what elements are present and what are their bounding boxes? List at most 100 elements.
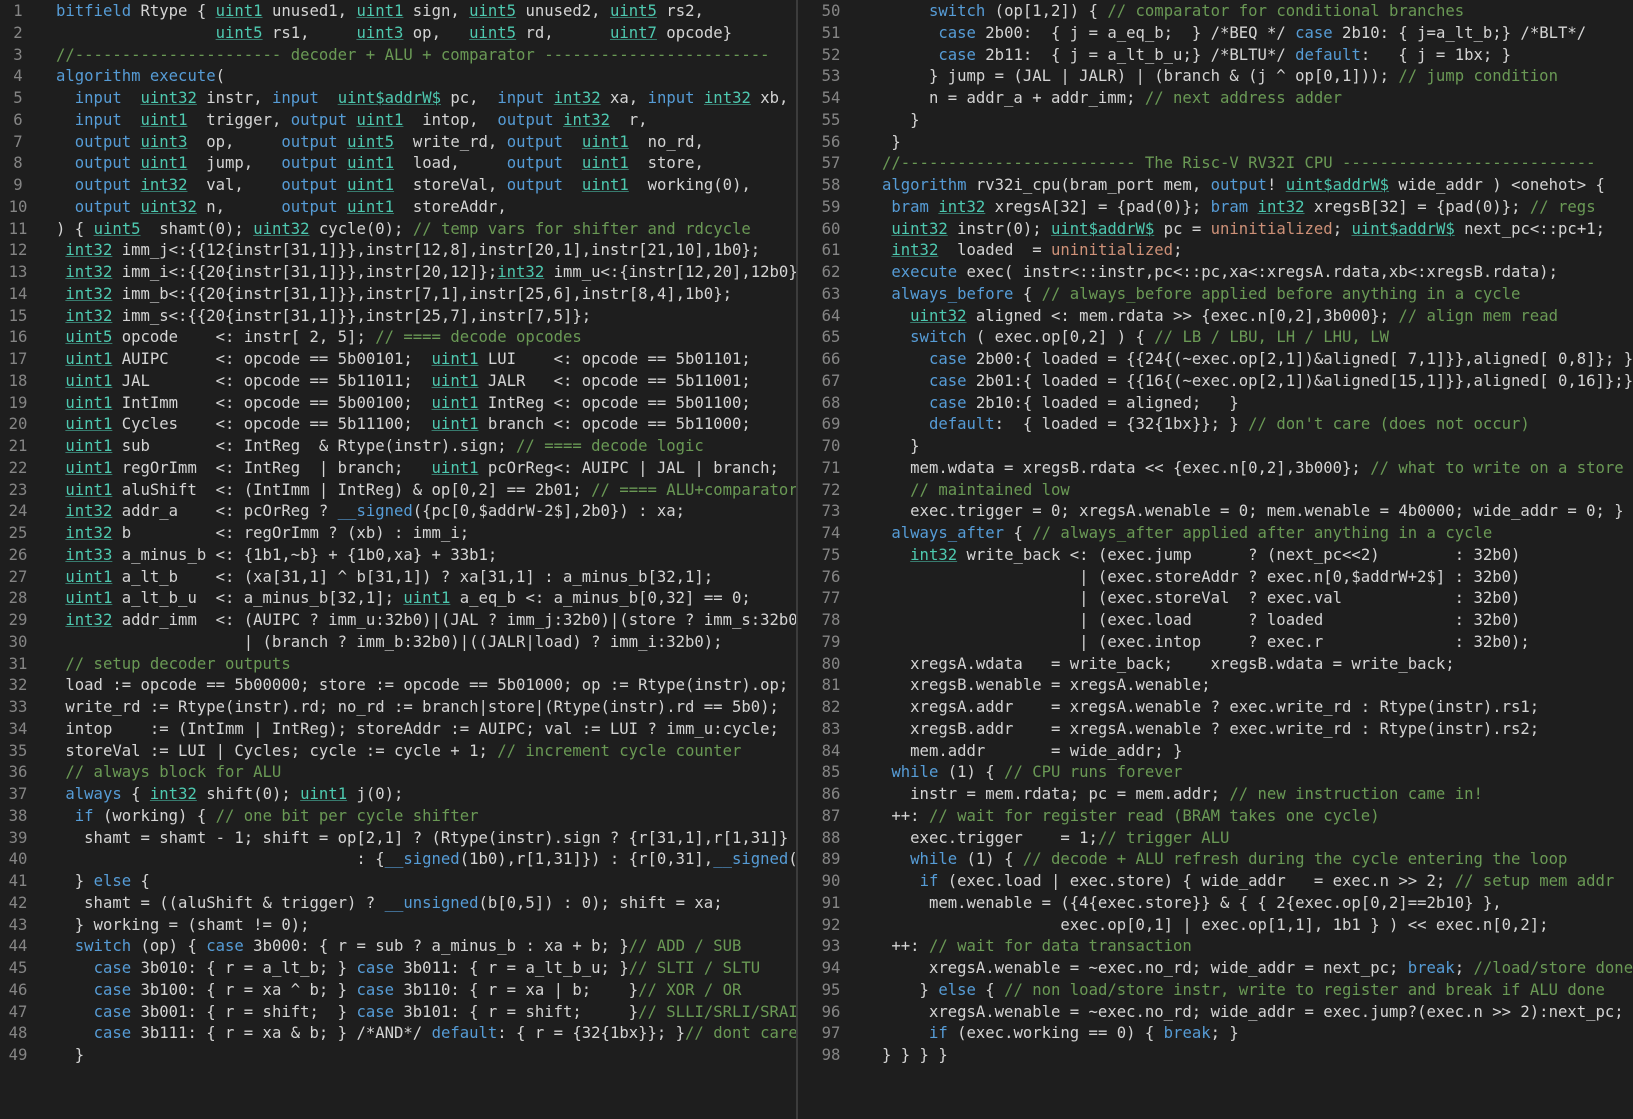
code-line[interactable]: 91 mem.wenable = ({4{exec.store}} & { { …: [798, 892, 1633, 915]
code-editor[interactable]: 1 bitfield Rtype { uint1 unused1, uint1 s…: [0, 0, 1633, 1119]
code-line[interactable]: 74 always_after { // always_after applie…: [798, 522, 1633, 545]
code-line[interactable]: 28 uint1 a_lt_b_u <: a_minus_b[32,1]; ui…: [0, 587, 796, 610]
code-line[interactable]: 59 bram int32 xregsA[32] = {pad(0)}; bra…: [798, 196, 1633, 219]
line-text[interactable]: | (exec.storeAddr ? exec.n[0,$addrW+2$] …: [882, 566, 1520, 589]
line-text[interactable]: case 2b11: { j = a_lt_b_u;} /*BLTU*/ def…: [882, 44, 1511, 67]
line-text[interactable]: load := opcode == 5b00000; store := opco…: [56, 674, 788, 697]
line-text[interactable]: case 2b10:{ loaded = aligned; }: [882, 392, 1239, 415]
code-line[interactable]: 53 } jump = (JAL | JALR) | (branch & (j …: [798, 65, 1633, 88]
line-text[interactable]: int32 addr_imm <: (AUIPC ? imm_u:32b0)|(…: [56, 609, 796, 632]
line-text[interactable]: }: [56, 1044, 84, 1067]
code-line[interactable]: 27 uint1 a_lt_b <: (xa[31,1] ^ b[31,1]) …: [0, 566, 796, 589]
line-text[interactable]: | (branch ? imm_b:32b0)|((JALR|load) ? i…: [56, 631, 723, 654]
code-line[interactable]: 41 } else {: [0, 870, 796, 893]
code-line[interactable]: 47 case 3b001: { r = shift; } case 3b101…: [0, 1001, 796, 1024]
line-text[interactable]: //------------------------- The Risc-V R…: [882, 152, 1596, 175]
code-line[interactable]: 48 case 3b111: { r = xa & b; } /*AND*/ d…: [0, 1022, 796, 1045]
code-line[interactable]: 21 uint1 sub <: IntReg & Rtype(instr).si…: [0, 435, 796, 458]
code-line[interactable]: 65 switch ( exec.op[0,2] ) { // LB / LBU…: [798, 326, 1633, 349]
line-text[interactable]: exec.op[0,1] | exec.op[1,1], 1b1 } ) << …: [882, 914, 1548, 937]
line-text[interactable]: uint5 rs1, uint3 op, uint5 rd, uint7 opc…: [56, 22, 732, 45]
line-text[interactable]: algorithm execute(: [56, 65, 225, 88]
code-line[interactable]: 89 while (1) { // decode + ALU refresh d…: [798, 848, 1633, 871]
line-text[interactable]: instr = mem.rdata; pc = mem.addr; // new…: [882, 783, 1483, 806]
code-line[interactable]: 87 ++: // wait for register read (BRAM t…: [798, 805, 1633, 828]
code-line[interactable]: 86 instr = mem.rdata; pc = mem.addr; // …: [798, 783, 1633, 806]
code-line[interactable]: 56 }: [798, 131, 1633, 154]
line-text[interactable]: case 2b00: { j = a_eq_b; } /*BEQ */ case…: [882, 22, 1586, 45]
line-text[interactable]: uint1 AUIPC <: opcode == 5b00101; uint1 …: [56, 348, 750, 371]
line-text[interactable]: ++: // wait for data transaction: [882, 935, 1191, 958]
code-line[interactable]: 30 | (branch ? imm_b:32b0)|((JALR|load) …: [0, 631, 796, 654]
line-text[interactable]: int32 loaded = uninitialized;: [882, 239, 1182, 262]
line-text[interactable]: uint32 instr(0); uint$addrW$ pc = uninit…: [882, 218, 1605, 241]
code-line[interactable]: 75 int32 write_back <: (exec.jump ? (nex…: [798, 544, 1633, 567]
code-line[interactable]: 60 uint32 instr(0); uint$addrW$ pc = uni…: [798, 218, 1633, 241]
line-text[interactable]: }: [882, 435, 919, 458]
code-line[interactable]: 78 | (exec.load ? loaded : 32b0): [798, 609, 1633, 632]
code-line[interactable]: 14 int32 imm_b<:{{20{instr[31,1]}},instr…: [0, 283, 796, 306]
code-line[interactable]: 43 } working = (shamt != 0);: [0, 914, 796, 937]
line-text[interactable]: uint1 sub <: IntReg & Rtype(instr).sign;…: [56, 435, 703, 458]
line-text[interactable]: mem.addr = wide_addr; }: [882, 740, 1182, 763]
code-line[interactable]: 71 mem.wdata = xregsB.rdata << {exec.n[0…: [798, 457, 1633, 480]
code-line[interactable]: 79 | (exec.intop ? exec.r : 32b0);: [798, 631, 1633, 654]
code-line[interactable]: 11) { uint5 shamt(0); uint32 cycle(0); /…: [0, 218, 796, 241]
line-text[interactable]: storeVal := LUI | Cycles; cycle := cycle…: [56, 740, 741, 763]
code-line[interactable]: 6 input uint1 trigger, output uint1 into…: [0, 109, 796, 132]
code-line[interactable]: 12 int32 imm_j<:{{12{instr[31,1]}},instr…: [0, 239, 796, 262]
code-line[interactable]: 25 int32 b <: regOrImm ? (xb) : imm_i;: [0, 522, 796, 545]
line-text[interactable]: uint1 aluShift <: (IntImm | IntReg) & op…: [56, 479, 796, 502]
line-text[interactable]: xregsB.addr = xregsA.wenable ? exec.writ…: [882, 718, 1539, 741]
code-line[interactable]: 67 case 2b01:{ loaded = {{16{(~exec.op[2…: [798, 370, 1633, 393]
line-text[interactable]: always { int32 shift(0); uint1 j(0);: [56, 783, 403, 806]
line-text[interactable]: bram int32 xregsA[32] = {pad(0)}; bram i…: [882, 196, 1595, 219]
line-text[interactable]: xregsA.wenable = ~exec.no_rd; wide_addr …: [882, 957, 1633, 980]
code-line[interactable]: 17 uint1 AUIPC <: opcode == 5b00101; uin…: [0, 348, 796, 371]
code-line[interactable]: 19 uint1 IntImm <: opcode == 5b00100; ui…: [0, 392, 796, 415]
line-text[interactable]: intop := (IntImm | IntReg); storeAddr :=…: [56, 718, 779, 741]
code-line[interactable]: 18 uint1 JAL <: opcode == 5b11011; uint1…: [0, 370, 796, 393]
code-line[interactable]: 61 int32 loaded = uninitialized;: [798, 239, 1633, 262]
editor-pane-left[interactable]: 1 bitfield Rtype { uint1 unused1, uint1 s…: [0, 0, 796, 1119]
code-line[interactable]: 64 uint32 aligned <: mem.rdata >> {exec.…: [798, 305, 1633, 328]
line-text[interactable]: int32 imm_j<:{{12{instr[31,1]}},instr[12…: [56, 239, 760, 262]
line-text[interactable]: int32 imm_s<:{{20{instr[31,1]}},instr[25…: [56, 305, 591, 328]
line-text[interactable]: while (1) { // decode + ALU refresh duri…: [882, 848, 1567, 871]
code-line[interactable]: 51 case 2b00: { j = a_eq_b; } /*BEQ */ c…: [798, 22, 1633, 45]
code-line[interactable]: 15 int32 imm_s<:{{20{instr[31,1]}},instr…: [0, 305, 796, 328]
line-text[interactable]: write_rd := Rtype(instr).rd; no_rd := br…: [56, 696, 779, 719]
line-text[interactable]: : {__signed(1b0),r[1,31]}) : {r[0,31],__…: [56, 848, 796, 871]
line-text[interactable]: exec.trigger = 0; xregsA.wenable = 0; me…: [882, 500, 1624, 523]
code-line[interactable]: 35 storeVal := LUI | Cycles; cycle := cy…: [0, 740, 796, 763]
code-line[interactable]: 7 output uint3 op, output uint5 write_rd…: [0, 131, 796, 154]
line-text[interactable]: xregsA.addr = xregsA.wenable ? exec.writ…: [882, 696, 1539, 719]
line-text[interactable]: switch (op) { case 3b000: { r = sub ? a_…: [56, 935, 742, 958]
code-line[interactable]: 93 ++: // wait for data transaction: [798, 935, 1633, 958]
line-text[interactable]: int32 write_back <: (exec.jump ? (next_p…: [882, 544, 1520, 567]
line-text[interactable]: uint32 aligned <: mem.rdata >> {exec.n[0…: [882, 305, 1558, 328]
code-line[interactable]: 73 exec.trigger = 0; xregsA.wenable = 0;…: [798, 500, 1633, 523]
code-line[interactable]: 62 execute exec( instr<::instr,pc<::pc,x…: [798, 261, 1633, 284]
line-text[interactable]: output uint32 n, output uint1 storeAddr,: [56, 196, 507, 219]
line-text[interactable]: case 3b010: { r = a_lt_b; } case 3b011: …: [56, 957, 761, 980]
code-line[interactable]: 16 uint5 opcode <: instr[ 2, 5]; // ====…: [0, 326, 796, 349]
line-text[interactable]: } jump = (JAL | JALR) | (branch & (j ^ o…: [882, 65, 1558, 88]
line-text[interactable]: int32 addr_a <: pcOrReg ? __signed({pc[0…: [56, 500, 685, 523]
code-line[interactable]: 95 } else { // non load/store instr, wri…: [798, 979, 1633, 1002]
line-text[interactable]: mem.wenable = ({4{exec.store}} & { { 2{e…: [882, 892, 1502, 915]
code-line[interactable]: 58 algorithm rv32i_cpu(bram_port mem, out…: [798, 174, 1633, 197]
code-line[interactable]: 26 int33 a_minus_b <: {1b1,~b} + {1b0,xa…: [0, 544, 796, 567]
line-text[interactable]: shamt = shamt - 1; shift = op[2,1] ? (Rt…: [56, 827, 788, 850]
line-text[interactable]: case 3b001: { r = shift; } case 3b101: {…: [56, 1001, 796, 1024]
line-text[interactable]: ++: // wait for register read (BRAM take…: [882, 805, 1379, 828]
editor-pane-right[interactable]: 50 switch (op[1,2]) { // comparator for …: [798, 0, 1633, 1119]
code-line[interactable]: 96 xregsA.wenable = ~exec.no_rd; wide_ad…: [798, 1001, 1633, 1024]
line-text[interactable]: n = addr_a + addr_imm; // next address a…: [882, 87, 1342, 110]
line-text[interactable]: xregsA.wenable = ~exec.no_rd; wide_addr …: [882, 1001, 1624, 1024]
code-line[interactable]: 94 xregsA.wenable = ~exec.no_rd; wide_ad…: [798, 957, 1633, 980]
code-line[interactable]: 22 uint1 regOrImm <: IntReg | branch; ui…: [0, 457, 796, 480]
code-line[interactable]: 90 if (exec.load | exec.store) { wide_ad…: [798, 870, 1633, 893]
code-line[interactable]: 2 uint5 rs1, uint3 op, uint5 rd, uint7 o…: [0, 22, 796, 45]
code-line[interactable]: 98} } } }: [798, 1044, 1633, 1067]
